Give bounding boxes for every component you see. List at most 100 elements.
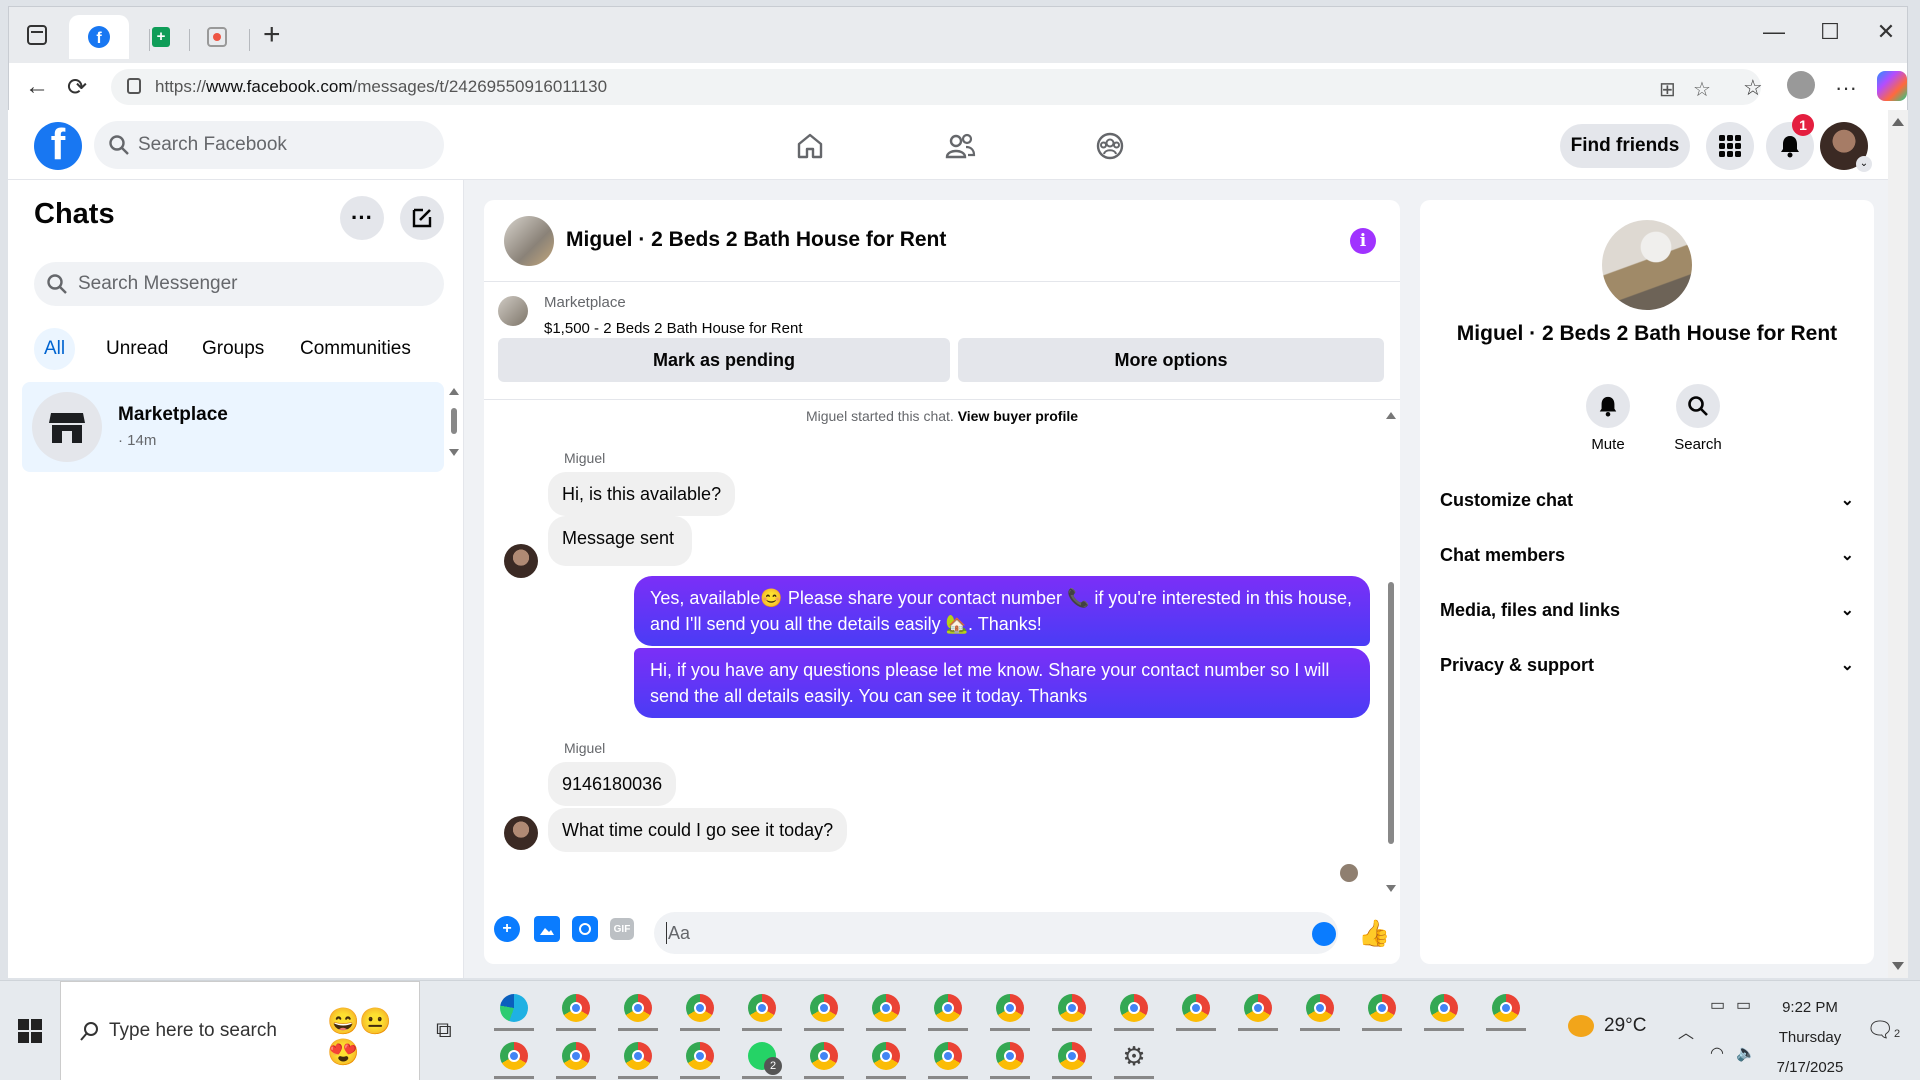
chrome-taskbar-icon[interactable] xyxy=(1110,985,1158,1031)
more-menu-icon[interactable]: ··· xyxy=(1835,75,1857,101)
edge-taskbar-icon[interactable] xyxy=(490,985,538,1031)
chrome-taskbar-icon[interactable] xyxy=(1172,985,1220,1031)
tab-facebook[interactable]: f xyxy=(69,15,129,59)
weather-widget[interactable]: 29°C xyxy=(1568,1015,1646,1037)
close-window-button[interactable]: ✕ xyxy=(1861,19,1911,45)
tab-actions-icon[interactable] xyxy=(27,25,47,45)
conversation-avatar[interactable] xyxy=(504,216,554,266)
filter-all[interactable]: All xyxy=(34,328,76,370)
favorite-star-icon[interactable]: ☆ xyxy=(1693,77,1711,102)
emoji-icon[interactable] xyxy=(1312,922,1336,946)
chrome-taskbar-icon[interactable] xyxy=(924,985,972,1031)
chat-members-section[interactable]: Chat members ⌄ xyxy=(1440,535,1854,575)
chrome-taskbar-icon[interactable] xyxy=(1234,985,1282,1031)
settings-taskbar-icon[interactable]: ⚙ xyxy=(1110,1033,1158,1079)
app-available-icon[interactable]: ⊞ xyxy=(1659,77,1676,102)
facebook-search-input[interactable]: Search Facebook xyxy=(94,121,444,169)
customize-chat-section[interactable]: Customize chat ⌄ xyxy=(1440,480,1854,520)
view-buyer-profile-link[interactable]: View buyer profile xyxy=(958,408,1078,424)
chrome-taskbar-icon[interactable] xyxy=(986,1033,1034,1079)
messenger-search-input[interactable]: Search Messenger xyxy=(34,262,444,306)
friends-nav[interactable] xyxy=(900,124,1020,168)
groups-nav[interactable] xyxy=(1050,124,1170,168)
privacy-support-section[interactable]: Privacy & support ⌄ xyxy=(1440,645,1854,685)
network-icon[interactable]: ◠ xyxy=(1710,1043,1724,1063)
filter-communities[interactable]: Communities xyxy=(290,328,421,370)
conversation-title[interactable]: Miguel · 2 Beds 2 Bath House for Rent xyxy=(566,228,946,252)
message-bubble-outgoing[interactable]: Hi, if you have any questions please let… xyxy=(634,648,1370,718)
chrome-taskbar-icon[interactable] xyxy=(490,1033,538,1079)
photo-icon[interactable] xyxy=(534,916,560,942)
minimize-button[interactable]: — xyxy=(1749,19,1799,45)
scrollbar-thumb[interactable] xyxy=(1388,582,1394,844)
notification-center-icon[interactable]: 🗨2 xyxy=(1866,1017,1900,1043)
new-message-button[interactable] xyxy=(400,196,444,240)
device-icon[interactable]: ▭ xyxy=(1710,995,1725,1015)
chrome-taskbar-icon[interactable] xyxy=(614,985,662,1031)
task-view-icon[interactable]: ⧉ xyxy=(436,1017,452,1043)
info-icon[interactable]: i xyxy=(1350,228,1376,254)
tab-sheets[interactable]: + xyxy=(139,15,183,59)
search-in-chat-button[interactable]: Search xyxy=(1658,384,1738,453)
chrome-taskbar-icon[interactable] xyxy=(800,985,848,1031)
lock-icon[interactable] xyxy=(127,78,141,94)
listing-title[interactable]: $1,500 - 2 Beds 2 Bath House for Rent xyxy=(544,320,803,337)
chrome-taskbar-icon[interactable] xyxy=(1482,985,1530,1031)
windows-start-icon[interactable] xyxy=(18,1019,42,1043)
plus-icon[interactable]: + xyxy=(494,916,520,942)
sender-avatar[interactable] xyxy=(504,544,538,578)
media-files-links-section[interactable]: Media, files and links ⌄ xyxy=(1440,590,1854,630)
chevron-up-icon[interactable]: ︿ xyxy=(1678,1019,1694,1043)
back-button[interactable]: ← xyxy=(21,73,53,101)
maximize-button[interactable]: ☐ xyxy=(1805,19,1855,45)
message-bubble-incoming[interactable]: 9146180036 xyxy=(548,762,677,806)
chat-options-button[interactable]: ··· xyxy=(340,196,384,240)
sender-avatar[interactable] xyxy=(504,816,538,850)
filter-unread[interactable]: Unread xyxy=(96,328,178,370)
chrome-taskbar-icon[interactable] xyxy=(862,985,910,1031)
chrome-taskbar-icon[interactable] xyxy=(1420,985,1468,1031)
chrome-taskbar-icon[interactable] xyxy=(1296,985,1344,1031)
system-clock[interactable]: 9:22 PM Thursday 7/17/2025 xyxy=(1762,993,1858,1080)
chrome-taskbar-icon[interactable] xyxy=(1048,1033,1096,1079)
chrome-taskbar-icon[interactable] xyxy=(986,985,1034,1031)
chrome-taskbar-icon[interactable] xyxy=(1048,985,1096,1031)
sticker-icon[interactable] xyxy=(572,916,598,942)
filter-groups[interactable]: Groups xyxy=(192,328,274,370)
tab-recording[interactable] xyxy=(195,15,239,59)
reload-button[interactable]: ⟳ xyxy=(61,73,93,102)
message-input[interactable]: Aa xyxy=(654,912,1338,954)
chat-list-scrollbar[interactable] xyxy=(448,386,460,458)
chrome-taskbar-icon[interactable] xyxy=(924,1033,972,1079)
menu-button[interactable] xyxy=(1706,122,1754,170)
chrome-taskbar-icon[interactable] xyxy=(738,985,786,1031)
chrome-taskbar-icon[interactable] xyxy=(614,1033,662,1079)
whatsapp-taskbar-icon[interactable]: 2 xyxy=(738,1033,786,1079)
url-field[interactable]: https://www.facebook.com/messages/t/2426… xyxy=(111,69,1761,105)
page-scrollbar[interactable] xyxy=(1888,110,1908,978)
message-bubble-outgoing[interactable]: Yes, available😊 Please share your contac… xyxy=(634,576,1370,646)
chrome-taskbar-icon[interactable] xyxy=(862,1033,910,1079)
chrome-taskbar-icon[interactable] xyxy=(676,985,724,1031)
facebook-logo[interactable]: f xyxy=(34,122,82,170)
more-options-button[interactable]: More options xyxy=(958,338,1384,382)
conversation-scrollbar[interactable] xyxy=(1386,412,1396,892)
taskbar-search-input[interactable]: Type here to search 😄😐😍 xyxy=(60,981,420,1080)
volume-icon[interactable]: 🔈 xyxy=(1736,1043,1756,1063)
message-bubble-incoming[interactable]: What time could I go see it today? xyxy=(548,808,848,852)
chrome-taskbar-icon[interactable] xyxy=(552,985,600,1031)
find-friends-button[interactable]: Find friends xyxy=(1560,124,1690,168)
home-nav[interactable] xyxy=(750,124,870,168)
mark-as-pending-button[interactable]: Mark as pending xyxy=(498,338,950,382)
message-bubble-incoming[interactable]: Hi, is this available? xyxy=(548,472,736,516)
mute-button[interactable]: Mute xyxy=(1568,384,1648,453)
chrome-taskbar-icon[interactable] xyxy=(552,1033,600,1079)
chrome-taskbar-icon[interactable] xyxy=(1358,985,1406,1031)
battery-icon[interactable]: ▭ xyxy=(1736,995,1751,1015)
listing-thumbnail[interactable] xyxy=(498,296,528,326)
thumbs-up-icon[interactable]: 👍 xyxy=(1358,918,1390,949)
chrome-taskbar-icon[interactable] xyxy=(800,1033,848,1079)
copilot-icon[interactable] xyxy=(1877,71,1907,101)
details-avatar[interactable] xyxy=(1602,220,1692,310)
gif-icon[interactable]: GIF xyxy=(610,918,634,940)
